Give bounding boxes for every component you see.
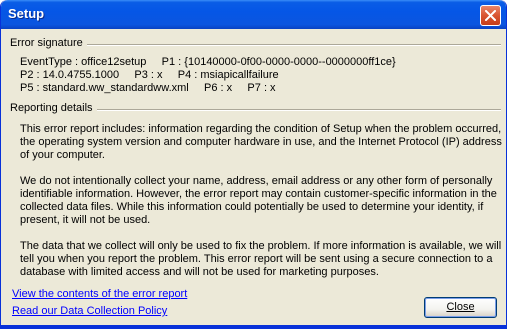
section-divider [75, 44, 501, 46]
reporting-details-heading: Reporting details [10, 102, 97, 114]
report-paragraph: We do not intentionally collect your nam… [20, 175, 497, 226]
data-collection-policy-link[interactable]: Read our Data Collection Policy [12, 305, 167, 317]
close-button-label: Close [446, 301, 475, 313]
window-border [1, 325, 506, 328]
signature-line: EventType : office12setup P1 : {10140000… [20, 56, 396, 68]
report-paragraph: The data that we collect will only be us… [20, 240, 502, 278]
setup-dialog: Setup Error signature EventType : office… [0, 0, 507, 329]
window-title: Setup [8, 6, 45, 21]
title-bar[interactable]: Setup [1, 0, 506, 29]
dialog-content: Error signature EventType : office12setu… [1, 29, 506, 328]
signature-line: P5 : standard.ww_standardww.xml P6 : x P… [20, 82, 276, 94]
report-paragraph: This error report includes: information … [20, 123, 502, 161]
close-icon[interactable] [480, 5, 501, 26]
section-divider [93, 109, 501, 111]
close-button[interactable]: Close [424, 297, 497, 318]
signature-line: P2 : 14.0.4755.1000 P3 : x P4 : msiapica… [20, 69, 279, 81]
error-signature-heading: Error signature [10, 37, 87, 49]
view-error-report-link[interactable]: View the contents of the error report [12, 288, 187, 300]
